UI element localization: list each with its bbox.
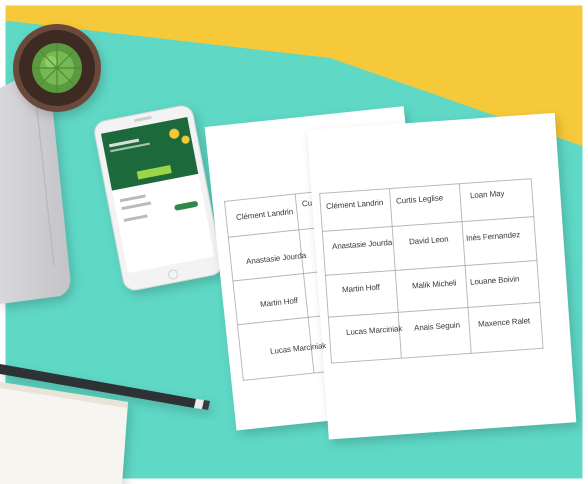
front-sheet: [307, 112, 577, 440]
photo-scene: Clément Landrin Cu Anastasie Jourda Mart…: [0, 0, 588, 484]
scene-illustration: [0, 0, 588, 484]
cactus-plant: [13, 24, 101, 112]
back-sheet-name-2: Cu: [301, 198, 313, 209]
